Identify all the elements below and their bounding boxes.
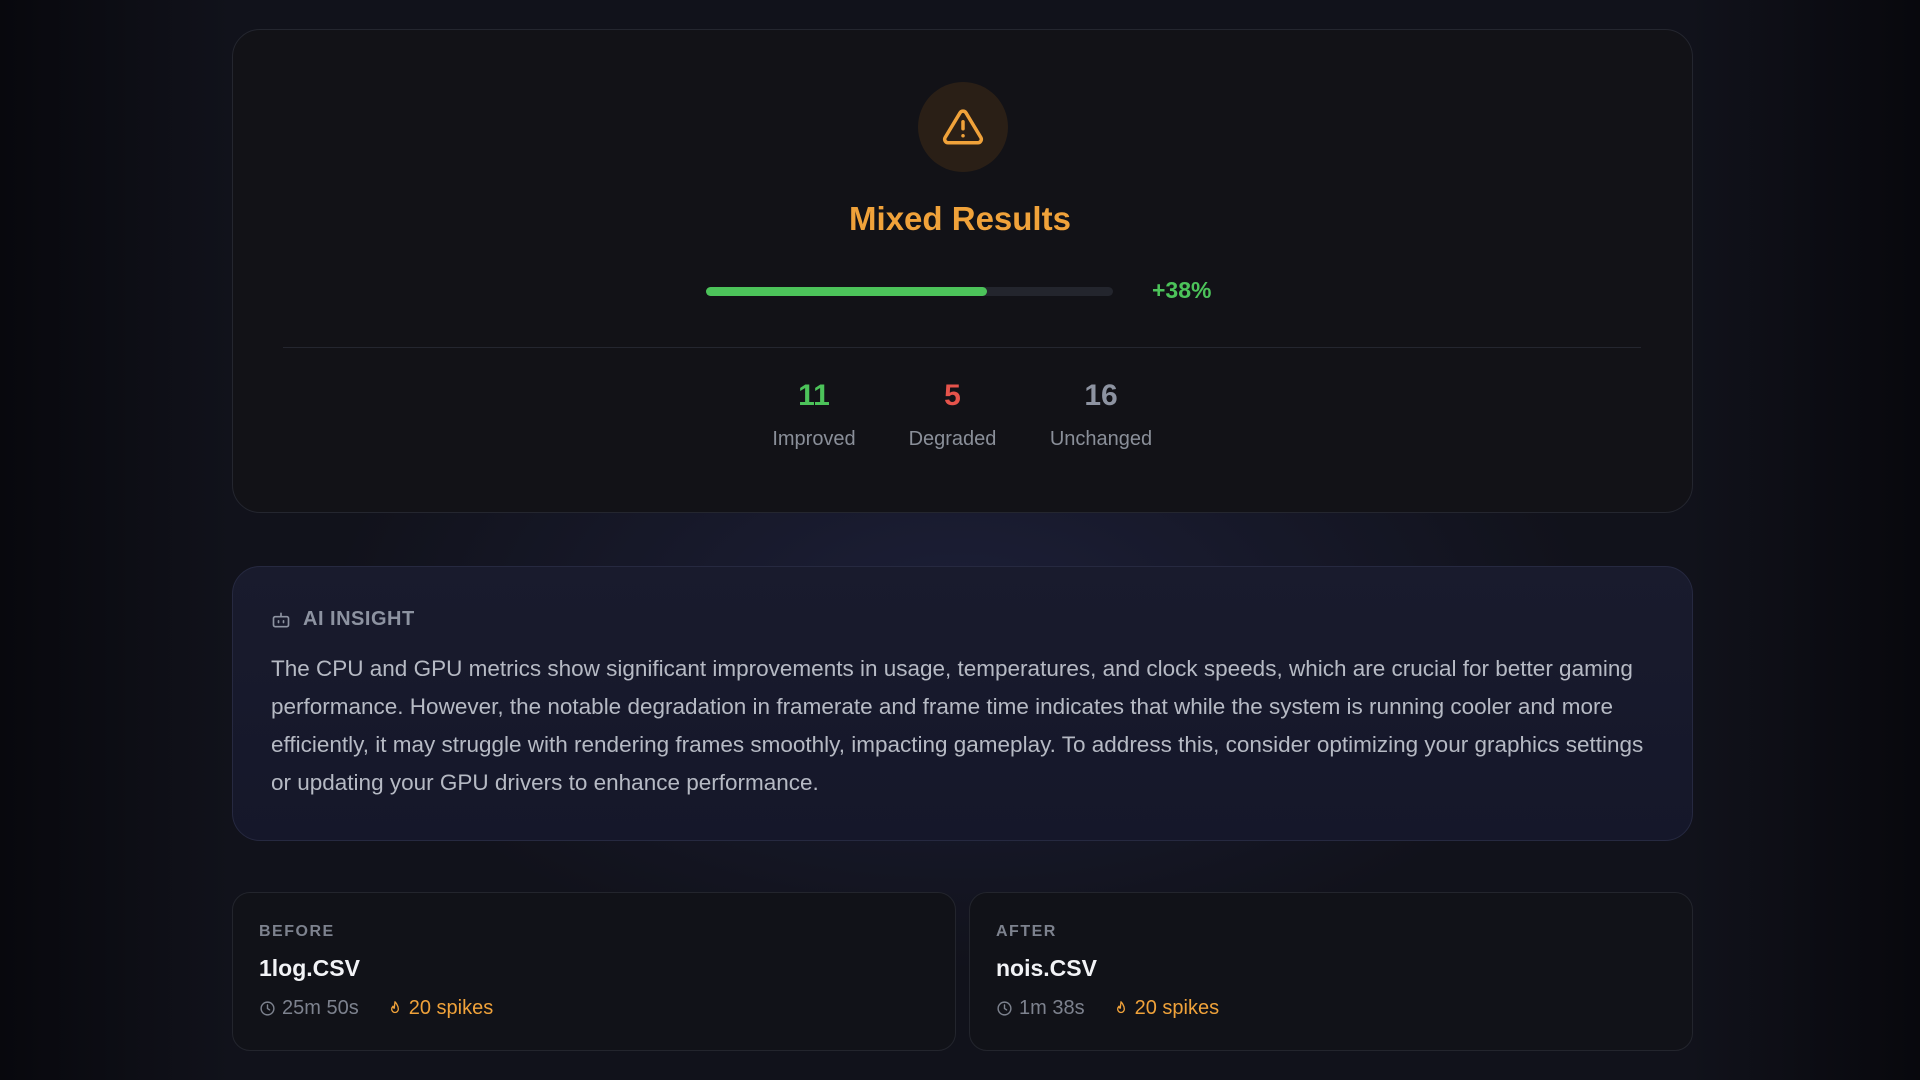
before-duration-text: 25m 50s	[282, 997, 359, 1019]
flame-icon	[1116, 1001, 1125, 1014]
before-tag: BEFORE	[259, 923, 335, 940]
after-tag: AFTER	[996, 923, 1057, 940]
stat-unchanged-label: Unchanged	[1049, 428, 1153, 450]
stat-degraded-label: Degraded	[908, 428, 997, 450]
flame-icon	[390, 1001, 399, 1014]
before-file-card[interactable]: BEFORE 1log.CSV 25m 50s 20 spikes	[232, 892, 956, 1051]
stat-improved: 11 Improved	[770, 378, 858, 451]
after-spikes: 20 spikes	[1113, 997, 1220, 1020]
stat-degraded-value: 5	[944, 379, 961, 412]
after-meta: 1m 38s 20 spikes	[996, 997, 1219, 1020]
before-spikes: 20 spikes	[387, 997, 494, 1020]
summary-divider	[283, 347, 1641, 348]
score-progress-bar	[706, 287, 1113, 296]
before-meta: 25m 50s 20 spikes	[259, 997, 493, 1020]
robot-icon	[272, 612, 290, 627]
ai-insight-header: AI INSIGHT	[271, 608, 415, 631]
after-file-card[interactable]: AFTER nois.CSV 1m 38s 20 spikes	[969, 892, 1693, 1051]
stat-degraded: 5 Degraded	[905, 378, 1000, 451]
warning-badge	[918, 82, 1008, 172]
stat-improved-value: 11	[798, 379, 830, 412]
stat-unchanged: 16 Unchanged	[1045, 378, 1157, 451]
ai-insight-text: The CPU and GPU metrics show significant…	[271, 656, 1644, 795]
ai-insight-heading: AI INSIGHT	[303, 608, 415, 630]
before-filename: 1log.CSV	[259, 955, 360, 981]
after-spikes-text: 20 spikes	[1134, 997, 1220, 1019]
after-filename: nois.CSV	[996, 955, 1097, 981]
after-duration: 1m 38s	[996, 997, 1085, 1020]
clock-icon	[997, 1001, 1012, 1016]
score-progress-fill	[706, 287, 987, 296]
page: Mixed Results +38% 11 Improved 5 Degrade…	[0, 0, 1920, 1080]
stat-improved-label: Improved	[772, 428, 856, 450]
score-percent: +38%	[1152, 277, 1212, 303]
warning-triangle-icon	[942, 109, 984, 145]
result-title: Mixed Results	[849, 200, 1071, 237]
before-spikes-text: 20 spikes	[408, 997, 494, 1019]
after-duration-text: 1m 38s	[1019, 997, 1085, 1019]
clock-icon	[260, 1001, 275, 1016]
before-duration: 25m 50s	[259, 997, 359, 1020]
stat-unchanged-value: 16	[1084, 379, 1118, 412]
